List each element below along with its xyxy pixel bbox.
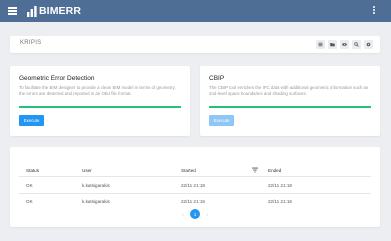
cell-ended: 22/11 21:18	[268, 183, 292, 188]
search-button[interactable]	[352, 40, 361, 49]
pagination: ‹ 1 ›	[178, 209, 212, 219]
eye-icon	[342, 43, 347, 46]
cell-status: OK	[26, 199, 33, 204]
column-header-user[interactable]: User	[82, 168, 92, 173]
column-header-started[interactable]: Started	[181, 168, 196, 173]
gear-icon	[366, 42, 371, 47]
page-header: KRIPIS	[10, 36, 380, 53]
column-header-ended[interactable]: Ended	[268, 168, 281, 173]
row-divider	[19, 176, 371, 177]
column-header-status[interactable]: Status	[26, 168, 39, 173]
tool-description: The CBIP tool enriches the IFC data with…	[209, 85, 369, 97]
cell-status: OK	[26, 183, 33, 188]
search-icon	[354, 42, 359, 47]
row-divider	[19, 193, 371, 194]
tool-progress-bar	[209, 106, 371, 108]
brand-name: BIMERR	[39, 5, 82, 17]
list-view-button[interactable]	[316, 40, 325, 49]
header-toolbar	[316, 40, 373, 49]
execute-cbip-button: Execute	[209, 115, 234, 126]
execute-geometric-error-detection-button[interactable]: Execute	[19, 115, 44, 126]
executions-table: Status User Started Ended OK k.katsigara…	[10, 147, 380, 227]
next-page-button[interactable]: ›	[202, 209, 212, 219]
page-title: KRIPIS	[20, 40, 42, 46]
tool-title: Geometric Error Detection	[19, 75, 95, 82]
tool-progress-bar	[19, 106, 181, 108]
app-logo[interactable]: BIMERR	[27, 3, 81, 19]
cbip-card: CBIP The CBIP tool enriches the IFC data…	[200, 66, 380, 136]
sort-filter-icon[interactable]	[252, 167, 258, 173]
folder-icon	[330, 43, 335, 47]
list-icon	[318, 42, 323, 47]
tool-title: CBIP	[209, 75, 225, 82]
folder-button[interactable]	[328, 40, 337, 49]
cell-user: k.katsigarakis	[82, 199, 110, 204]
previous-page-button[interactable]: ‹	[178, 209, 188, 219]
geometric-error-detection-card: Geometric Error Detection To facilitate …	[10, 66, 190, 136]
cell-started: 22/11 21:18	[181, 183, 205, 188]
more-options-icon[interactable]	[372, 6, 376, 16]
cell-ended: 22/11 21:16	[268, 199, 292, 204]
view-button[interactable]	[340, 40, 349, 49]
settings-button[interactable]	[364, 40, 373, 49]
cell-started: 22/11 21:16	[181, 199, 205, 204]
tool-description: To facilitate the BIM designer to provid…	[19, 85, 176, 97]
logo-mark-icon	[27, 5, 37, 17]
cell-user: k.katsigarakis	[82, 183, 110, 188]
page-1-button[interactable]: 1	[190, 209, 200, 219]
hamburger-menu-icon[interactable]	[8, 7, 17, 15]
top-app-bar: BIMERR	[0, 0, 391, 22]
